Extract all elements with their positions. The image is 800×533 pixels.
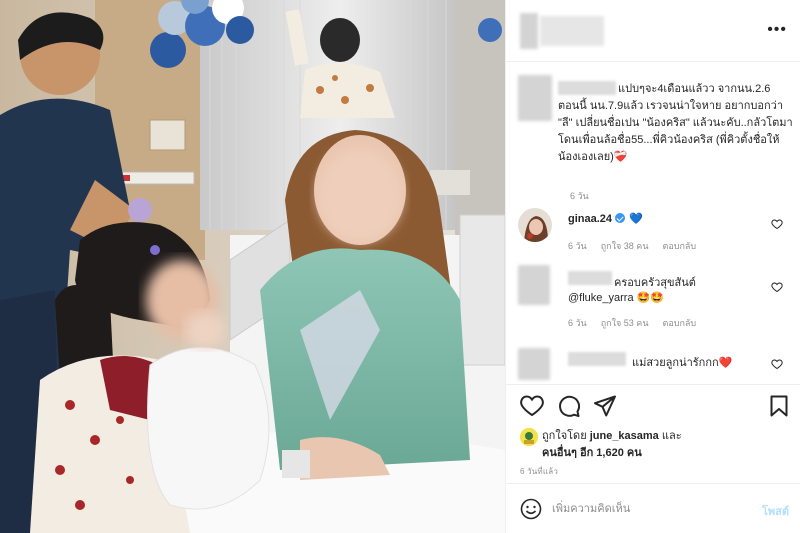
comment-text: แม่สวยลูกน่ารักกก❤️ <box>632 357 733 369</box>
instagram-post-modal: ••• แปบๆจะ4เดือนแล้วว จากนน.2.6 ตอนนี้ น… <box>0 0 800 533</box>
likes-text: ถูกใจโดย june_kasama และ คนอื่นๆ อีก 1,6… <box>542 428 772 462</box>
add-comment-bar: โพสต์ <box>506 483 800 533</box>
comment-text-mention[interactable]: @fluke_yarra 🤩🤩 <box>568 291 664 304</box>
comment-text: 💙 <box>629 213 643 225</box>
heart-icon[interactable] <box>520 395 544 417</box>
caption-text: แปบๆจะ4เดือนแล้วว จากนน.2.6 ตอนนี้ นน.7.… <box>558 81 794 166</box>
comment-time[interactable]: 6 วัน <box>568 316 587 330</box>
post-comment-button[interactable]: โพสต์ <box>762 502 789 520</box>
comments-list: แปบๆจะ4เดือนแล้วว จากนน.2.6 ตอนนี้ นน.7.… <box>506 63 800 383</box>
comment-heart-icon[interactable] <box>771 358 783 370</box>
comment-meta: 6 วัน ถูกใจ 53 คน ตอบกลับ <box>568 316 696 330</box>
comment-like-count[interactable]: ถูกใจ 53 คน <box>601 316 649 330</box>
post-actions: ถูกใจโดย june_kasama และ คนอื่นๆ อีก 1,6… <box>506 384 800 482</box>
comment-icon[interactable] <box>558 395 580 417</box>
author-avatar-blurred[interactable] <box>520 13 538 49</box>
liker-avatar[interactable] <box>520 428 538 446</box>
emoji-icon[interactable] <box>520 498 542 520</box>
hospital-photo <box>0 0 505 533</box>
comment-input[interactable] <box>552 498 742 520</box>
comment-time[interactable]: 6 วัน <box>568 239 587 253</box>
comment-username-blurred[interactable] <box>568 271 612 285</box>
reply-button[interactable]: ตอบกลับ <box>662 316 696 330</box>
comment-avatar-blurred[interactable] <box>518 265 550 305</box>
comment-item: ginaa.24 💙 6 วัน ถูกใจ 38 คน ตอบกลับ <box>518 208 793 264</box>
more-options-icon[interactable]: ••• <box>767 20 787 40</box>
comment-heart-icon[interactable] <box>771 281 783 293</box>
comment-text: ครอบครัวสุขสันต์ <box>614 277 696 289</box>
liker-username[interactable]: june_kasama <box>590 430 659 442</box>
likes-and: และ <box>661 430 682 442</box>
caption-heart-emoji: ❤️‍🩹 <box>613 151 628 163</box>
comment-meta: 6 วัน ถูกใจ 38 คน ตอบกลับ <box>568 239 696 253</box>
bookmark-icon[interactable] <box>770 395 788 417</box>
post-side-panel: ••• แปบๆจะ4เดือนแล้วว จากนน.2.6 ตอนนี้ น… <box>505 0 800 533</box>
comment-username-text[interactable]: ginaa.24 <box>568 213 612 225</box>
comment-username-blurred[interactable] <box>568 352 626 366</box>
comment-heart-icon[interactable] <box>771 218 783 230</box>
comment-avatar-blurred[interactable] <box>518 348 550 380</box>
author-name-blurred[interactable] <box>540 16 604 46</box>
likes-prefix: ถูกใจโดย <box>542 430 587 442</box>
post-photo[interactable] <box>0 0 505 533</box>
verified-badge-icon <box>615 213 626 223</box>
comment-item: แม่สวยลูกน่ารักกก❤️ <box>518 348 793 383</box>
comment-like-count[interactable]: ถูกใจ 38 คน <box>601 239 649 253</box>
liker-avatar-image <box>520 428 538 446</box>
post-header: ••• <box>506 0 800 62</box>
likes-others-count[interactable]: คนอื่นๆ อีก 1,620 คน <box>542 447 642 459</box>
share-icon[interactable] <box>594 395 616 417</box>
comment-item: ครอบครัวสุขสันต์ @fluke_yarra 🤩🤩 6 วัน ถ… <box>518 265 793 331</box>
reply-button[interactable]: ตอบกลับ <box>662 239 696 253</box>
comment-avatar[interactable] <box>518 208 552 242</box>
caption-time[interactable]: 6 วัน <box>570 189 589 203</box>
caption-avatar-blurred[interactable] <box>518 75 552 121</box>
caption-body: แปบๆจะ4เดือนแล้วว จากนน.2.6 ตอนนี้ นน.7.… <box>558 83 793 163</box>
comment-username[interactable]: ginaa.24 💙 <box>568 212 643 225</box>
avatar-image <box>518 208 552 242</box>
post-timestamp[interactable]: 6 วันที่แล้ว <box>520 465 558 478</box>
